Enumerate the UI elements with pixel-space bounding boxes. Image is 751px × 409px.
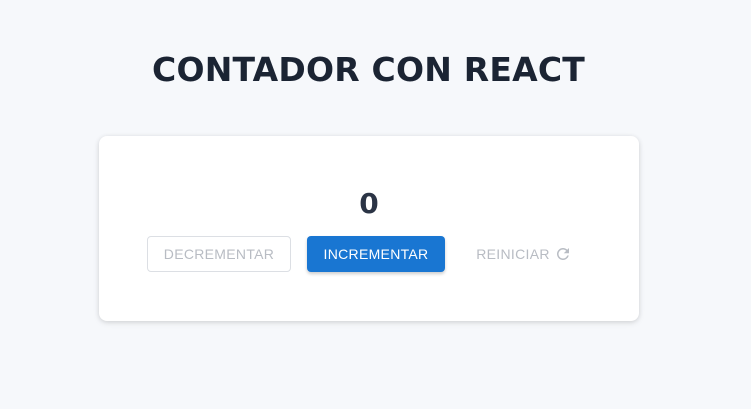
increment-button-label: INCREMENTAR <box>323 246 429 262</box>
increment-button[interactable]: INCREMENTAR <box>307 236 445 272</box>
page: CONTADOR CON REACT 0 DECREMENTAR INCREME… <box>0 0 751 409</box>
decrement-button[interactable]: DECREMENTAR <box>147 236 291 272</box>
refresh-icon <box>554 245 572 263</box>
decrement-button-label: DECREMENTAR <box>163 246 275 262</box>
counter-value-text: 0 <box>359 187 379 220</box>
reset-button[interactable]: REINICIAR <box>469 236 579 272</box>
counter-card: 0 DECREMENTAR INCREMENTAR REINICIAR <box>99 136 639 321</box>
reset-button-label: REINICIAR <box>476 246 550 262</box>
page-title: CONTADOR CON REACT <box>152 50 585 89</box>
counter-value: 0 <box>99 186 639 222</box>
